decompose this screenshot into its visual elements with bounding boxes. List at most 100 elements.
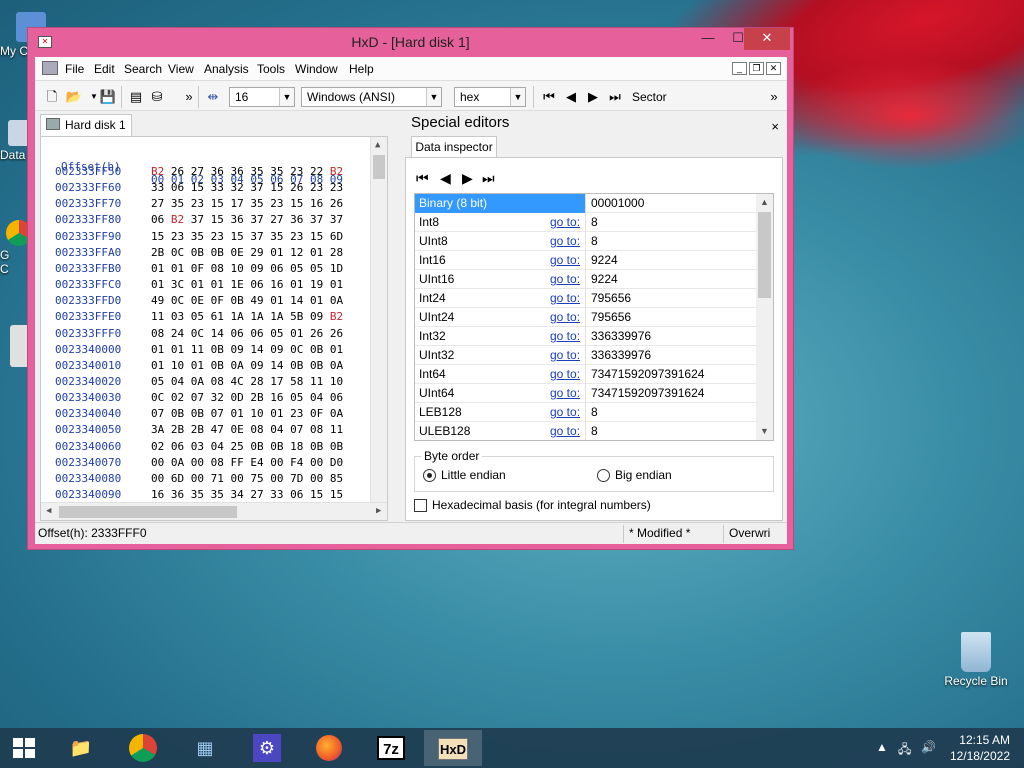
hex-byte[interactable]: 5B — [290, 310, 303, 323]
hex-byte[interactable]: 17 — [231, 197, 244, 210]
hex-byte[interactable]: 0C — [151, 391, 164, 404]
hex-byte[interactable]: 1E — [231, 278, 244, 291]
hex-byte[interactable]: 04 — [270, 423, 283, 436]
hex-byte[interactable]: 01 — [191, 278, 204, 291]
goto-link[interactable]: go to: — [550, 422, 580, 440]
inspector-value[interactable]: 336339976 — [587, 327, 651, 345]
inspector-row[interactable]: Binary (8 bit) 00001000 — [415, 194, 757, 213]
hex-byte[interactable]: 49 — [151, 294, 164, 307]
hex-byte[interactable]: 61 — [211, 310, 224, 323]
hex-byte[interactable]: 01 — [270, 294, 283, 307]
hex-byte[interactable]: 14 — [211, 327, 224, 340]
hex-byte[interactable]: 0B — [231, 294, 244, 307]
hex-byte[interactable]: 23 — [270, 197, 283, 210]
hex-byte[interactable]: FF — [231, 456, 244, 469]
hex-editor-panel[interactable]: Offset(h) 00 01 02 03 04 05 06 07 08 09 … — [40, 136, 388, 521]
mdi-restore-button[interactable]: ❐ — [749, 62, 764, 75]
inspector-value[interactable]: 9224 — [587, 251, 618, 269]
hex-byte[interactable]: 35 — [250, 165, 263, 178]
inspector-row[interactable]: Int24 go to: 795656 — [415, 289, 757, 308]
hex-byte[interactable]: D0 — [330, 456, 343, 469]
hex-byte[interactable]: 03 — [191, 440, 204, 453]
hex-byte[interactable]: 00 — [151, 472, 164, 485]
hex-row-bytes[interactable]: 05 04 0A 08 4C 28 17 58 11 10 — [151, 375, 343, 388]
little-endian-radio[interactable] — [423, 469, 436, 482]
hex-byte[interactable]: 0B — [310, 440, 323, 453]
inspector-row[interactable]: Int16 go to: 9224 — [415, 251, 757, 270]
hex-byte[interactable]: 06 — [231, 327, 244, 340]
hex-byte[interactable]: 10 — [330, 375, 343, 388]
hex-row-bytes[interactable]: 01 3C 01 01 1E 06 16 01 19 01 — [151, 278, 343, 291]
hex-row[interactable]: 002333FFE0 11 03 05 61 1A 1A 1A 5B 09 B2 — [41, 310, 371, 326]
offset-base-select[interactable]: hex ▼ — [454, 87, 526, 107]
menu-tools[interactable]: Tools — [257, 62, 285, 76]
hex-byte[interactable]: 37 — [250, 213, 263, 226]
previous-sector-icon[interactable]: ◀ — [562, 88, 580, 106]
disk-icon[interactable]: ⛁ — [148, 88, 166, 106]
hex-byte[interactable]: 07 — [191, 391, 204, 404]
hex-byte[interactable]: 0C — [191, 327, 204, 340]
hex-byte[interactable]: 26 — [290, 181, 303, 194]
hex-byte[interactable]: 11 — [191, 343, 204, 356]
hex-byte[interactable]: 16 — [151, 488, 164, 501]
tab-data-inspector[interactable]: Data inspector — [411, 136, 497, 158]
hex-byte[interactable]: 09 — [310, 310, 323, 323]
inspector-value[interactable]: 73471592097391624 — [587, 365, 704, 383]
hex-byte[interactable]: 05 — [151, 375, 164, 388]
hex-byte[interactable]: 05 — [191, 310, 204, 323]
hex-row-bytes[interactable]: 01 01 11 0B 09 14 09 0C 0B 01 — [151, 343, 343, 356]
hex-byte[interactable]: 2B — [191, 423, 204, 436]
hex-byte[interactable]: 01 — [211, 278, 224, 291]
menu-file[interactable]: File — [65, 62, 84, 76]
hex-byte[interactable]: 03 — [171, 310, 184, 323]
taskbar-clock[interactable]: 12:15 AM 12/18/2022 — [950, 732, 1010, 764]
hex-row[interactable]: 002333FFA0 2B 0C 0B 0B 0E 29 01 12 01 28 — [41, 246, 371, 262]
scrollbar-thumb[interactable] — [758, 212, 771, 298]
goto-link[interactable]: go to: — [550, 384, 580, 402]
hex-byte[interactable]: 36 — [211, 165, 224, 178]
inspector-row[interactable]: UInt24 go to: 795656 — [415, 308, 757, 327]
mdi-minimize-button[interactable]: _ — [732, 62, 747, 75]
show-hidden-icons[interactable]: ▲ — [876, 740, 888, 754]
tab-hard-disk-1[interactable]: Hard disk 1 — [40, 114, 132, 136]
hex-row-bytes[interactable]: 27 35 23 15 17 35 23 15 16 26 — [151, 197, 343, 210]
chevron-down-icon[interactable]: ▼ — [279, 88, 294, 106]
hex-byte[interactable]: 09 — [250, 262, 263, 275]
start-button[interactable] — [0, 730, 48, 766]
hexadecimal-basis-checkbox[interactable] — [414, 499, 427, 512]
hex-byte[interactable]: 0B — [211, 359, 224, 372]
hex-byte[interactable]: 36 — [171, 488, 184, 501]
scrollbar-thumb[interactable] — [59, 506, 237, 518]
scroll-left-icon[interactable]: ◀ — [46, 506, 51, 516]
chevron-down-icon[interactable]: ▼ — [426, 88, 441, 106]
goto-link[interactable]: go to: — [550, 289, 580, 307]
hex-byte[interactable]: 15 — [211, 197, 224, 210]
hex-byte[interactable]: 00 — [310, 456, 323, 469]
inspector-row[interactable]: UInt32 go to: 336339976 — [415, 346, 757, 365]
hex-byte[interactable]: 06 — [250, 278, 263, 291]
hex-byte[interactable]: 01 — [151, 262, 164, 275]
hex-byte[interactable]: 2B — [250, 391, 263, 404]
hex-byte[interactable]: 16 — [270, 278, 283, 291]
goto-link[interactable]: go to: — [550, 232, 580, 250]
hex-byte[interactable]: 23 — [171, 230, 184, 243]
hex-byte[interactable]: 0F — [191, 262, 204, 275]
previous-icon[interactable]: ◀ — [440, 170, 451, 187]
hex-row[interactable]: 002333FF70 27 35 23 15 17 35 23 15 16 26 — [41, 197, 371, 213]
hex-byte[interactable]: 10 — [250, 407, 263, 420]
hex-byte[interactable]: 0B — [211, 246, 224, 259]
desktop-icon-recycle-bin[interactable]: Recycle Bin — [940, 632, 1012, 688]
hex-byte[interactable]: B2 — [171, 213, 184, 226]
hex-byte[interactable]: 7D — [290, 472, 303, 485]
hex-byte[interactable]: 35 — [250, 197, 263, 210]
inspector-row[interactable]: Int8 go to: 8 — [415, 213, 757, 232]
hex-byte[interactable]: B2 — [330, 165, 343, 178]
hex-byte[interactable]: 1D — [330, 262, 343, 275]
hex-row[interactable]: 0023340040 07 0B 0B 07 01 10 01 23 0F 0A — [41, 407, 371, 423]
hex-byte[interactable]: 32 — [231, 181, 244, 194]
inspector-row[interactable]: ULEB128 go to: 8 — [415, 422, 757, 440]
hex-byte[interactable]: 15 — [290, 197, 303, 210]
hex-byte[interactable]: 37 — [191, 213, 204, 226]
hex-byte[interactable]: 26 — [171, 165, 184, 178]
hex-row[interactable]: 002333FFB0 01 01 0F 08 10 09 06 05 05 1D — [41, 262, 371, 278]
